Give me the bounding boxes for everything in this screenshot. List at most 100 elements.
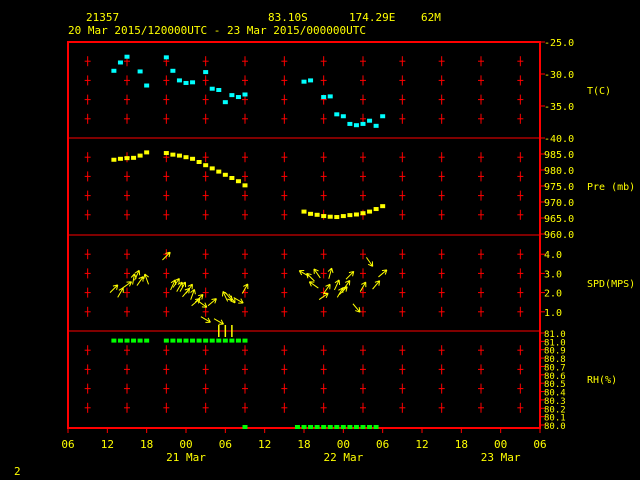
temperature-point xyxy=(301,79,307,84)
x-tick-label: 00 xyxy=(337,438,350,451)
x-tick-label: 12 xyxy=(101,438,114,451)
rh-point xyxy=(131,338,137,343)
y-tick-label: 970.0 xyxy=(544,198,574,209)
pressure-point xyxy=(308,211,314,216)
rh-point xyxy=(170,338,176,343)
pressure-point xyxy=(183,155,189,160)
temperature-point xyxy=(360,121,366,126)
y-tick-label: 1.0 xyxy=(544,308,562,319)
pressure-point xyxy=(353,212,359,217)
rh-point xyxy=(222,338,228,343)
temperature-point xyxy=(222,100,228,105)
rh-point xyxy=(209,338,215,343)
pressure-point xyxy=(347,213,353,218)
wind-arrow xyxy=(176,281,183,292)
x-tick-label: 12 xyxy=(415,438,428,451)
x-tick-label: 00 xyxy=(179,438,192,451)
pressure-point xyxy=(314,212,320,217)
rh-point xyxy=(117,338,123,343)
temperature-point xyxy=(373,123,379,128)
pressure-point xyxy=(340,214,346,219)
meteogram-chart: 06 12 18 00 06 12 18 00 06 12 18 00 06 21 Mar 22 Mar 23… xyxy=(61,38,635,464)
rh-point xyxy=(242,338,248,343)
panel-label-pressure: Pre (mb) xyxy=(587,182,635,193)
y-tick-label: 80.0 xyxy=(544,422,566,432)
y-tick-label: -35.0 xyxy=(544,102,574,113)
pressure-point xyxy=(163,151,169,156)
pressure-point xyxy=(373,207,379,212)
pressure-point xyxy=(137,153,143,158)
day-label: 23 Mar xyxy=(481,451,521,464)
panel-label-temperature: T(C) xyxy=(587,86,611,97)
y-tick-label: 4.0 xyxy=(544,250,562,261)
x-tick-label: 18 xyxy=(297,438,310,451)
pressure-point xyxy=(117,156,123,161)
wind-arrow xyxy=(197,300,208,308)
pressure-point xyxy=(209,166,215,171)
y-tick-label: -30.0 xyxy=(544,70,574,81)
rh-point xyxy=(373,425,379,429)
pressure-point xyxy=(111,157,117,162)
pressure-point xyxy=(327,214,333,219)
temperature-point xyxy=(340,114,346,119)
pressure-point xyxy=(321,214,327,219)
temperature-point xyxy=(380,114,386,119)
pressure-point xyxy=(190,156,196,161)
temperature-point xyxy=(353,123,359,128)
wind-arrow xyxy=(306,272,315,282)
wind-arrow xyxy=(200,316,211,323)
wind-arrow xyxy=(372,280,381,290)
x-tick-label: 06 xyxy=(533,438,546,451)
wind-arrow xyxy=(308,281,319,289)
pressure-point xyxy=(229,176,235,180)
wind-arrow xyxy=(313,268,321,279)
wind-arrow xyxy=(207,298,217,307)
wind-arrow xyxy=(352,303,361,313)
temperature-point xyxy=(144,83,150,88)
y-tick-label: -25.0 xyxy=(544,38,574,49)
temperature-point xyxy=(111,68,117,73)
pressure-point xyxy=(131,155,137,160)
wind-arrow xyxy=(323,283,331,294)
temperature-point xyxy=(163,55,169,60)
pressure-point xyxy=(242,183,248,188)
pressure-point xyxy=(196,160,202,164)
rh-point xyxy=(353,425,359,429)
day-label: 21 Mar xyxy=(166,451,206,464)
rh-point xyxy=(367,425,373,429)
temperature-point xyxy=(308,78,314,83)
rh-point xyxy=(340,425,346,429)
temperature-point xyxy=(190,80,196,85)
temperature-point xyxy=(327,94,333,99)
rh-point xyxy=(176,338,182,343)
temperature-point xyxy=(209,86,215,91)
panel-label-rh: RH(%) xyxy=(587,375,617,386)
wind-arrow xyxy=(327,267,334,279)
rh-point xyxy=(111,338,117,343)
y-tick-label: 985.0 xyxy=(544,150,574,161)
panel-label-wind: SPD(MPS) xyxy=(587,279,635,290)
rh-point xyxy=(229,338,235,343)
rh-point xyxy=(216,338,222,343)
temperature-point xyxy=(203,70,209,75)
pressure-point xyxy=(334,215,340,220)
pressure-point xyxy=(235,179,241,184)
pressure-point xyxy=(301,209,307,214)
rh-point xyxy=(183,338,189,343)
rh-point xyxy=(124,338,130,343)
rh-point xyxy=(196,338,202,343)
rh-point xyxy=(301,425,307,429)
y-tick-label: 965.0 xyxy=(544,214,574,225)
temperature-point xyxy=(216,88,222,92)
pressure-point xyxy=(124,156,130,161)
rh-point xyxy=(360,425,366,429)
temperature-point xyxy=(170,68,176,73)
y-tick-label: 975.0 xyxy=(544,182,574,193)
rh-point xyxy=(190,338,196,343)
rh-point xyxy=(137,338,143,343)
pressure-point xyxy=(144,150,150,155)
day-label: 22 Mar xyxy=(323,451,363,464)
pressure-point xyxy=(176,153,182,158)
y-tick-label: 980.0 xyxy=(544,166,574,177)
wind-arrow xyxy=(213,318,224,325)
